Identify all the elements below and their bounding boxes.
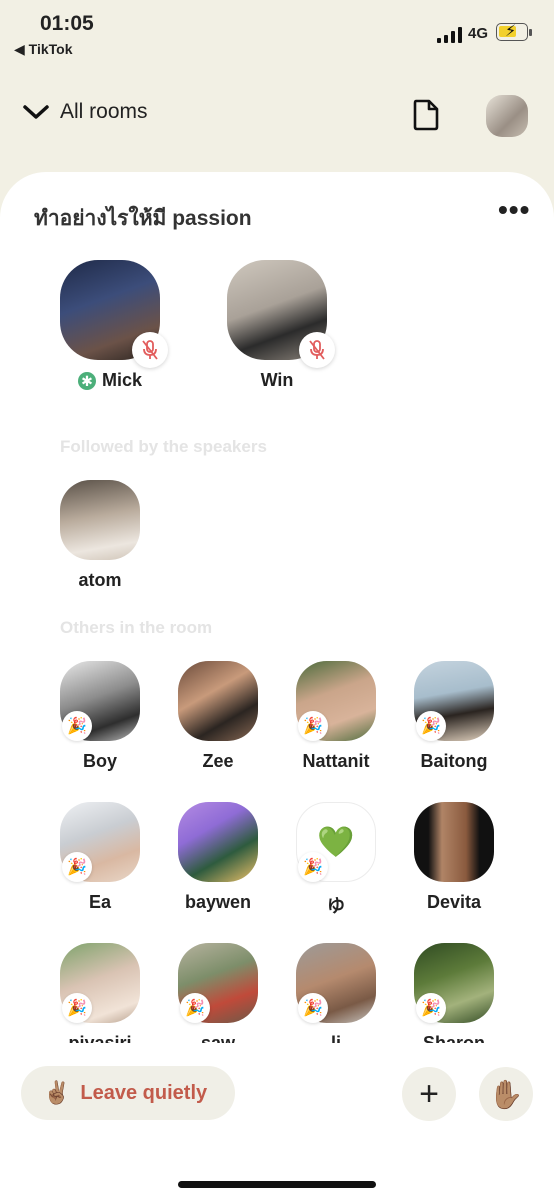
listener-name: Baitong (420, 751, 488, 771)
battery-icon: ⚡ (496, 23, 528, 41)
peace-hand-icon: ✌🏽 (43, 1080, 71, 1105)
followed-section-header: Followed by the speakers (60, 437, 267, 456)
listener-name: Ea (88, 892, 112, 912)
listener-name: Devita (426, 892, 482, 912)
listener-tile[interactable]: 💚 🎉 ゆ (281, 802, 391, 918)
party-popper-icon: 🎉 (298, 711, 328, 741)
avatar (60, 480, 140, 560)
speaker-name: Win (260, 370, 294, 390)
muted-mic-icon (132, 332, 168, 368)
avatar (60, 260, 168, 368)
status-bar: 01:05 ◀ TikTok 4G ⚡ (0, 0, 554, 70)
listener-name: Nattanit (302, 751, 370, 771)
network-type: 4G (468, 25, 489, 42)
listener-name: Zee (202, 751, 234, 771)
listener-tile[interactable]: 🎉 Baitong (399, 661, 509, 772)
listener-tile[interactable]: 🎉 Sharon (399, 943, 509, 1054)
listener-tile[interactable]: atom (45, 480, 155, 591)
others-section-header: Others in the room (60, 618, 213, 637)
listener-tile[interactable]: 🎉 Ea (45, 802, 155, 913)
speaker-tile[interactable]: ✱ Mick (55, 260, 168, 391)
listener-tile[interactable]: baywen (163, 802, 273, 913)
listener-tile[interactable]: 🎉 Nattanit (281, 661, 391, 772)
add-button[interactable]: + (402, 1067, 456, 1121)
avatar: 🎉 (296, 661, 376, 741)
listener-tile[interactable]: Zee (163, 661, 273, 772)
avatar: 🎉 (296, 943, 376, 1023)
avatar: 🎉 (414, 661, 494, 741)
party-popper-icon: 🎉 (416, 993, 446, 1023)
speaker-tile[interactable]: Win (222, 260, 335, 391)
back-to-app-link[interactable]: ◀ TikTok (14, 41, 72, 58)
moderator-icon: ✱ (77, 371, 96, 390)
raise-hand-button[interactable]: ✋🏽 (479, 1067, 533, 1121)
listener-name: atom (78, 570, 122, 590)
listener-name: baywen (184, 892, 252, 912)
avatar: 🎉 (60, 661, 140, 741)
avatar (227, 260, 335, 368)
party-popper-icon: 🎉 (62, 711, 92, 741)
bottom-bar: ✌🏽 Leave quietly + ✋🏽 (0, 1043, 554, 1200)
listener-tile[interactable]: 🎉 Boy (45, 661, 155, 772)
avatar (178, 802, 258, 882)
party-popper-icon: 🎉 (62, 852, 92, 882)
party-popper-icon: 🎉 (298, 993, 328, 1023)
all-rooms-button[interactable]: All rooms (22, 100, 148, 124)
listener-tile[interactable]: 🎉 li (281, 943, 391, 1054)
party-popper-icon: 🎉 (416, 711, 446, 741)
avatar (414, 802, 494, 882)
party-popper-icon: 🎉 (180, 993, 210, 1023)
avatar (178, 661, 258, 741)
room-title: ทำอย่างไรให้มี passion (34, 207, 252, 230)
listener-tile[interactable]: Devita (399, 802, 509, 913)
status-time: 01:05 (40, 12, 94, 35)
avatar: 🎉 (178, 943, 258, 1023)
party-popper-icon: 🎉 (62, 993, 92, 1023)
document-icon[interactable] (412, 98, 440, 132)
profile-avatar[interactable] (486, 95, 528, 137)
all-rooms-label: All rooms (60, 100, 148, 123)
muted-mic-icon (299, 332, 335, 368)
listener-tile[interactable]: 🎉 saw (163, 943, 273, 1054)
listener-name: ゆ (327, 896, 345, 916)
avatar: 🎉 (414, 943, 494, 1023)
home-indicator (178, 1181, 376, 1188)
chevron-down-icon (23, 105, 49, 119)
header: All rooms (0, 90, 554, 144)
signal-icon (437, 27, 462, 43)
listener-name: Boy (82, 751, 117, 771)
leave-quietly-button[interactable]: ✌🏽 Leave quietly (21, 1066, 235, 1120)
speaker-name: Mick (101, 370, 143, 390)
avatar: 🎉 (60, 943, 140, 1023)
more-options-button[interactable]: ••• (498, 196, 530, 224)
listener-tile[interactable]: 🎉 piyasiri (45, 943, 155, 1054)
party-popper-icon: 🎉 (298, 852, 328, 882)
leave-quietly-label: Leave quietly (80, 1081, 208, 1104)
avatar: 💚 🎉 (296, 802, 376, 882)
avatar: 🎉 (60, 802, 140, 882)
